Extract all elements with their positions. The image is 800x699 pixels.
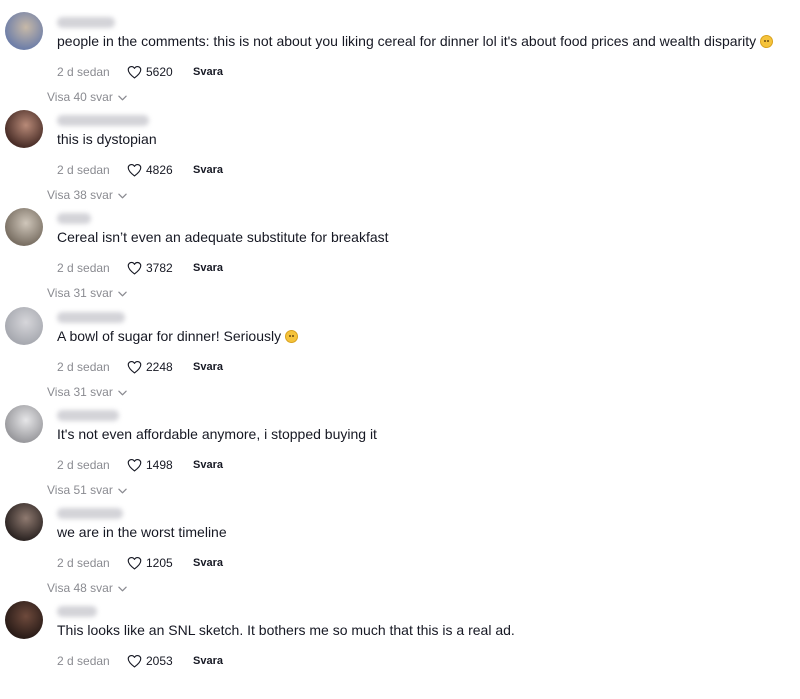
heart-outline-icon (127, 360, 142, 374)
like-count: 1498 (146, 457, 173, 472)
chevron-down-icon (113, 483, 127, 497)
comment-text-content: people in the comments: this is not abou… (57, 33, 757, 49)
view-replies-button[interactable]: Visa 40 svar (47, 90, 127, 104)
reply-button[interactable]: Svara (193, 361, 223, 373)
comment-meta: 2 d sedan 1205 Svara (57, 553, 223, 573)
like-button[interactable]: 5620 (127, 65, 186, 79)
timestamp: 2 d sedan (57, 65, 110, 79)
avatar[interactable] (5, 503, 43, 541)
view-replies-button[interactable]: Visa 31 svar (47, 385, 127, 399)
timestamp: 2 d sedan (57, 654, 110, 669)
comment-text-content: This looks like an SNL sketch. It bother… (57, 622, 515, 639)
comment-text: This looks like an SNL sketch. It bother… (57, 621, 515, 639)
comment-item: Br Whimpsy we are in the worst timeline 2 … (0, 503, 800, 601)
comment-text: A bowl of sugar for dinner! Seriously (57, 327, 299, 345)
avatar[interactable] (5, 601, 43, 640)
avatar[interactable] (5, 110, 43, 149)
comment-meta: 2 d sedan 1498 Svara (57, 455, 223, 475)
username[interactable]: Honeybeam (57, 17, 115, 28)
chevron-down-icon (113, 188, 127, 202)
view-replies-label: Visa 40 svar (47, 90, 113, 104)
view-replies-button[interactable]: Visa 38 svar (47, 188, 127, 202)
comment-text: people in the comments: this is not abou… (57, 32, 774, 50)
comment-text-content: this is dystopian (57, 131, 157, 148)
view-replies-button[interactable]: Visa 51 svar (47, 483, 127, 497)
comment-item: Edgar S This looks like an SNL sketch. It… (0, 601, 800, 699)
avatar[interactable] (5, 12, 43, 50)
reply-button[interactable]: Svara (193, 66, 223, 78)
comment-text: It's not even affordable anymore, i stop… (57, 425, 377, 443)
view-replies-label: Visa 31 svar (47, 384, 113, 399)
username[interactable]: AConfirmDay (57, 409, 119, 421)
timestamp: 2 d sedan (57, 163, 110, 178)
view-replies-label: Visa 51 svar (47, 482, 113, 497)
heart-outline-icon (127, 458, 142, 472)
like-button[interactable]: 3782 (127, 261, 186, 275)
reply-button[interactable]: Svara (193, 459, 223, 471)
comment-item: Honeybeam people in the comments: this is… (0, 12, 800, 110)
heart-outline-icon (127, 655, 142, 668)
username[interactable]: Br Whimpsy (57, 508, 123, 519)
comment-item: Kindle Cereal isn’t even an adequate subs… (0, 208, 800, 306)
like-count: 5620 (146, 65, 173, 79)
timestamp: 2 d sedan (57, 556, 110, 570)
comment-text-content: we are in the worst timeline (57, 524, 227, 540)
like-count: 1205 (146, 556, 173, 570)
reply-button[interactable]: Svara (193, 655, 223, 667)
avatar[interactable] (5, 306, 43, 345)
comment-text: Cereal isn’t even an adequate substitute… (57, 228, 389, 246)
chevron-down-icon (113, 581, 127, 595)
comment-meta: 2 d sedan 3782 Svara (57, 258, 223, 278)
view-replies-button[interactable]: Visa 31 svar (47, 286, 127, 300)
timestamp: 2 d sedan (57, 261, 110, 276)
comment-meta: 2 d sedan 2248 Svara (57, 357, 223, 377)
view-replies-label: Visa 38 svar (47, 188, 113, 203)
comment-text-content: Cereal isn’t even an adequate substitute… (57, 229, 389, 246)
view-replies-label: Visa 48 svar (47, 581, 113, 595)
username[interactable]: Edgar S (57, 606, 97, 618)
grimacing-face-icon (285, 329, 299, 343)
comment-text-content: A bowl of sugar for dinner! Seriously (57, 327, 282, 344)
comment-item: AConfirmDay It's not even affordable anym… (0, 404, 800, 503)
comment-meta: 2 d sedan 4826 Svara (57, 160, 223, 180)
like-count: 2053 (146, 654, 173, 669)
avatar[interactable] (5, 404, 43, 443)
reply-button[interactable]: Svara (193, 164, 223, 176)
comment-meta: 2 d sedan 2053 Svara (57, 651, 223, 671)
comment-text-content: It's not even affordable anymore, i stop… (57, 425, 377, 442)
username[interactable]: Kindle (57, 213, 91, 225)
disappointed-face-icon (760, 35, 774, 48)
timestamp: 2 d sedan (57, 457, 110, 472)
like-button[interactable]: 4826 (127, 163, 186, 177)
heart-outline-icon (127, 65, 142, 79)
timestamp: 2 d sedan (57, 359, 110, 374)
username[interactable]: Crumbatraitoadekhah (57, 115, 149, 127)
comment-item: sandmanilO A bowl of sugar for dinner! Se… (0, 306, 800, 405)
comment-text: we are in the worst timeline (57, 523, 227, 541)
comment-meta: 2 d sedan 5620 Svara (57, 62, 223, 82)
like-button[interactable]: 2053 (127, 654, 186, 668)
like-count: 3782 (146, 261, 173, 276)
comment-item: Crumbatraitoadekhah this is dystopian 2 d … (0, 110, 800, 208)
chevron-down-icon (113, 286, 127, 300)
heart-outline-icon (127, 164, 142, 177)
like-count: 2248 (146, 359, 173, 374)
reply-button[interactable]: Svara (193, 262, 223, 274)
like-button[interactable]: 1205 (127, 556, 186, 570)
chevron-down-icon (113, 90, 127, 104)
username[interactable]: sandmanilO (57, 311, 125, 323)
comment-text: this is dystopian (57, 130, 157, 148)
chevron-down-icon (113, 385, 127, 399)
avatar[interactable] (5, 208, 43, 247)
view-replies-label: Visa 31 svar (47, 286, 113, 301)
reply-button[interactable]: Svara (193, 557, 223, 569)
like-button[interactable]: 2248 (127, 360, 186, 374)
heart-outline-icon (127, 556, 142, 570)
like-button[interactable]: 1498 (127, 458, 186, 472)
heart-outline-icon (127, 262, 142, 275)
view-replies-button[interactable]: Visa 48 svar (47, 581, 127, 595)
like-count: 4826 (146, 163, 173, 178)
